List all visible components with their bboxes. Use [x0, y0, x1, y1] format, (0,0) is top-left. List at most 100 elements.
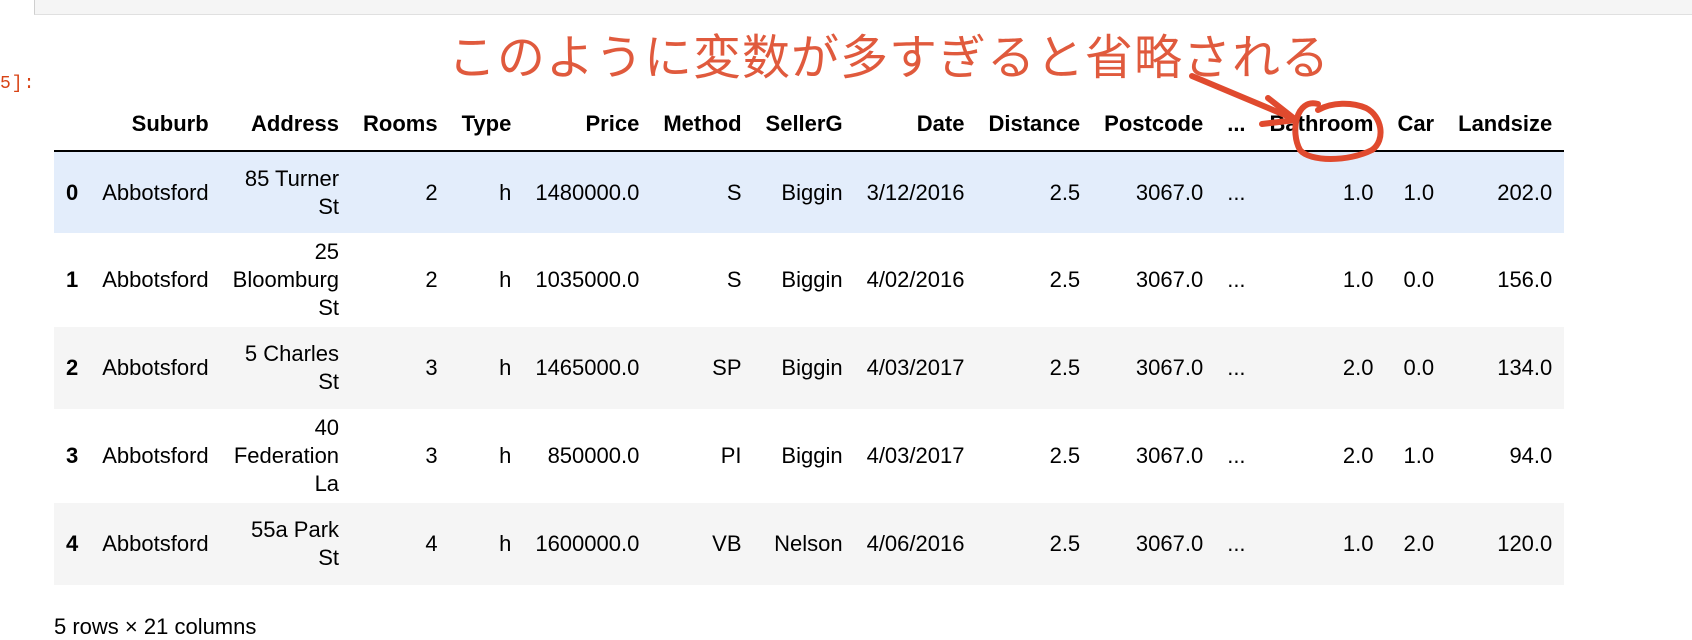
cell-distance: 2.5: [1049, 267, 1081, 292]
cell-distance: 2.5: [1049, 531, 1081, 556]
cell-sellerg: Biggin: [781, 267, 843, 292]
dataframe-shape-footer: 5 rows × 21 columns: [54, 614, 257, 639]
cell-car: 1.0: [1403, 179, 1435, 205]
col-landsize: Landsize: [1446, 98, 1565, 152]
previous-cell[interactable]: [34, 0, 1692, 15]
cell-prompt: 5]:: [0, 74, 36, 94]
cell-suburb: Abbotsford: [102, 443, 209, 468]
cell-postcode: 3067.0: [1135, 355, 1204, 380]
cell-type: h: [499, 267, 512, 292]
row-index: 4: [66, 531, 79, 556]
cell-rooms: 2: [425, 179, 438, 205]
col-price: Price: [523, 98, 652, 152]
annotation-text: このように変数が多すぎると省略される: [448, 30, 1331, 86]
cell-method: S: [726, 267, 742, 292]
cell-car: 0.0: [1403, 355, 1435, 380]
cell-landsize: 94.0: [1509, 443, 1553, 468]
cell-bathroom: 1.0: [1342, 531, 1374, 556]
col-ellipsis: ...: [1215, 98, 1258, 152]
cell-suburb: Abbotsford: [102, 531, 209, 556]
cell-distance: 2.5: [1049, 443, 1081, 468]
table-row: 2 Abbotsford 5 Charles St 3 h 1465000.0 …: [54, 327, 1565, 409]
cell-method: VB: [712, 531, 742, 556]
cell-type: h: [499, 443, 512, 468]
cell-suburb: Abbotsford: [102, 179, 209, 205]
cell-address: 5 Charles St: [244, 341, 340, 394]
cell-postcode: 3067.0: [1135, 531, 1204, 556]
cell-rooms: 2: [425, 267, 438, 292]
cell-landsize: 202.0: [1497, 179, 1553, 205]
row-index: 2: [66, 355, 79, 380]
cell-bathroom: 1.0: [1342, 267, 1374, 292]
col-bathroom: Bathroom: [1257, 98, 1386, 152]
cell-price: 1465000.0: [535, 355, 640, 380]
table-row: 0 Abbotsford 85 Turner St 2 h 1480000.0 …: [54, 151, 1565, 233]
table-row: 3 Abbotsford 40 Federation La 3 h 850000…: [54, 409, 1565, 503]
col-postcode: Postcode: [1092, 98, 1216, 152]
table-row: 1 Abbotsford 25 Bloomburg St 2 h 1035000…: [54, 233, 1565, 327]
cell-sellerg: Biggin: [781, 179, 843, 205]
cell-method: S: [726, 179, 742, 205]
cell-landsize: 120.0: [1497, 531, 1553, 556]
cell-bathroom: 2.0: [1342, 443, 1374, 468]
cell-car: 0.0: [1403, 267, 1435, 292]
cell-suburb: Abbotsford: [102, 355, 209, 380]
cell-distance: 2.5: [1049, 179, 1081, 205]
cell-rooms: 3: [425, 355, 438, 380]
cell-address: 55a Park St: [250, 517, 340, 570]
col-car: Car: [1385, 98, 1447, 152]
col-date: Date: [854, 98, 977, 152]
cell-address: 40 Federation La: [233, 415, 340, 496]
table-row: 4 Abbotsford 55a Park St 4 h 1600000.0 V…: [54, 503, 1565, 585]
cell-sellerg: Biggin: [781, 443, 843, 468]
col-distance: Distance: [976, 98, 1093, 152]
cell-date: 4/03/2017: [866, 443, 965, 468]
col-method: Method: [651, 98, 754, 152]
cell-price: 1480000.0: [535, 179, 640, 205]
cell-ellipsis: ...: [1227, 179, 1246, 205]
cell-ellipsis: ...: [1227, 267, 1246, 292]
dataframe-table: Suburb Address Rooms Type Price Method S…: [54, 98, 1565, 585]
cell-rooms: 3: [425, 443, 438, 468]
cell-ellipsis: ...: [1227, 531, 1246, 556]
cell-price: 1035000.0: [535, 267, 640, 292]
cell-sellerg: Nelson: [774, 531, 843, 556]
col-address: Address: [220, 98, 352, 152]
cell-bathroom: 2.0: [1342, 355, 1374, 380]
cell-car: 2.0: [1403, 531, 1435, 556]
cell-price: 1600000.0: [535, 531, 640, 556]
row-index: 0: [66, 179, 79, 205]
cell-type: h: [499, 531, 512, 556]
cell-bathroom: 1.0: [1342, 179, 1374, 205]
header-row: Suburb Address Rooms Type Price Method S…: [54, 98, 1565, 152]
cell-method: PI: [720, 443, 742, 468]
cell-distance: 2.5: [1049, 355, 1081, 380]
col-type: Type: [449, 98, 524, 152]
cell-landsize: 156.0: [1497, 267, 1553, 292]
cell-ellipsis: ...: [1227, 443, 1246, 468]
cell-address: 25 Bloomburg St: [232, 239, 340, 320]
row-index: 1: [66, 267, 79, 292]
cell-date: 3/12/2016: [866, 179, 965, 205]
row-index: 3: [66, 443, 79, 468]
cell-type: h: [499, 355, 512, 380]
cell-car: 1.0: [1403, 443, 1435, 468]
index-header: [54, 98, 91, 152]
cell-price: 850000.0: [547, 443, 640, 468]
cell-rooms: 4: [425, 531, 438, 556]
cell-postcode: 3067.0: [1135, 179, 1204, 205]
cell-suburb: Abbotsford: [102, 267, 209, 292]
cell-ellipsis: ...: [1227, 355, 1246, 380]
col-sellerg: SellerG: [753, 98, 855, 152]
col-rooms: Rooms: [351, 98, 450, 152]
cell-method: SP: [712, 355, 742, 380]
cell-sellerg: Biggin: [781, 355, 843, 380]
cell-landsize: 134.0: [1497, 355, 1553, 380]
cell-date: 4/03/2017: [866, 355, 965, 380]
cell-date: 4/02/2016: [866, 267, 965, 292]
cell-postcode: 3067.0: [1135, 443, 1204, 468]
cell-type: h: [499, 179, 512, 205]
cell-postcode: 3067.0: [1135, 267, 1204, 292]
cell-address: 85 Turner St: [244, 165, 340, 219]
cell-date: 4/06/2016: [866, 531, 965, 556]
